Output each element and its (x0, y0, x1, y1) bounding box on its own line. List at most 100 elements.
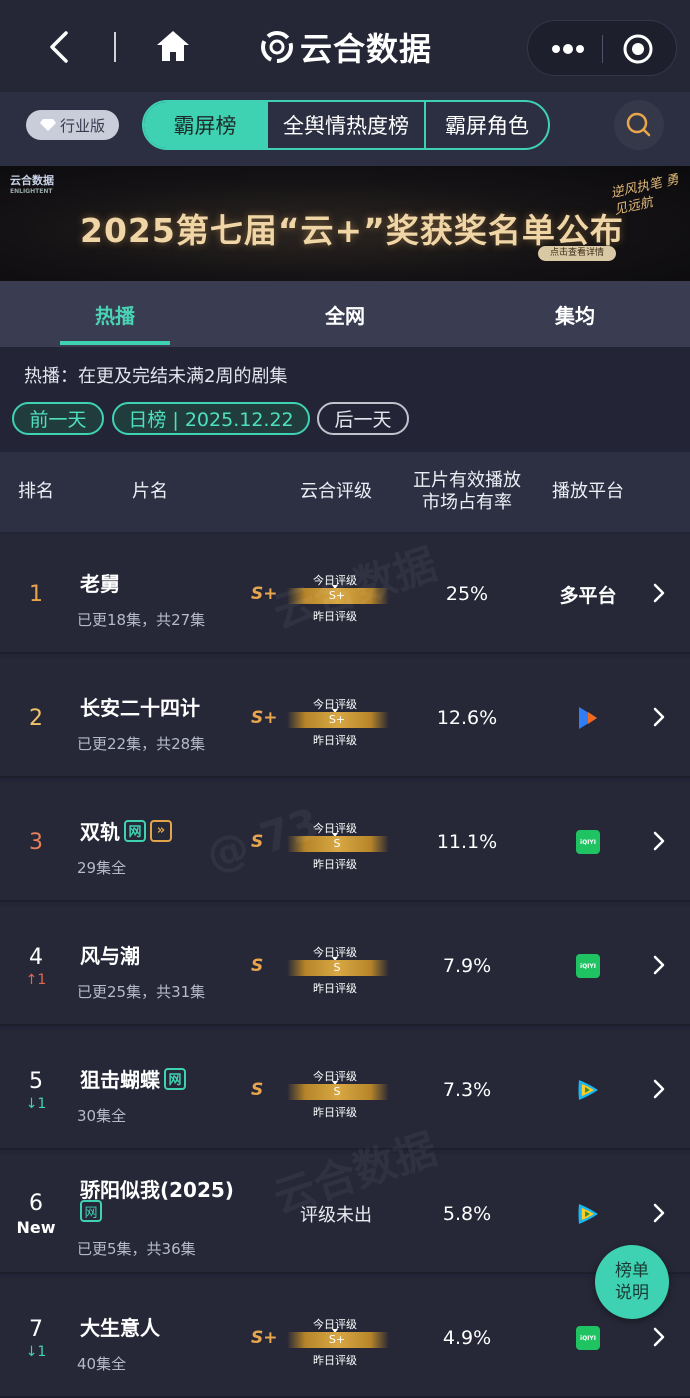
grade-bar-value: S+ (328, 1333, 346, 1346)
grade-bar: S+ (287, 588, 389, 604)
grade-indicator: 今日评级 S+ 昨日评级 (285, 696, 391, 747)
col-title: 片名 (132, 481, 168, 502)
app-title: 云合数据 (260, 24, 432, 70)
tab-quanyuqing[interactable]: 全舆情热度榜 (268, 102, 426, 148)
iqiyi-icon-text: iQIYI (580, 962, 596, 970)
grade-bar: S (287, 1084, 389, 1100)
show-title-text: 大生意人 (80, 1316, 160, 1340)
show-title-text: 双轨 (80, 820, 120, 844)
market-share: 5.8% (442, 1203, 492, 1225)
banner-logo-sub: ENLIGHTENT (10, 188, 53, 195)
chevron-right-icon[interactable] (652, 954, 666, 976)
chevron-right-icon[interactable] (652, 582, 666, 604)
market-share: 25% (445, 583, 489, 605)
show-title: 老舅 (80, 568, 120, 597)
rank-number: 5 (29, 1068, 43, 1094)
chevron-right-icon[interactable] (652, 830, 666, 852)
table-row[interactable]: 1 老舅 已更18集，共27集 S+ 今日评级 S+ 昨日评级 25% 多平台 (0, 534, 690, 654)
tencent-video-icon (578, 1080, 598, 1100)
divider (114, 32, 116, 62)
grade-bar: S (287, 960, 389, 976)
home-icon[interactable] (155, 28, 191, 64)
grade-letter: S (251, 956, 264, 976)
sub-tabs: 热播 全网 集均 (0, 281, 690, 347)
diamond-icon (39, 119, 56, 131)
pro-badge-label: 行业版 (59, 116, 105, 135)
market-share: 4.9% (442, 1327, 492, 1349)
iqiyi-icon: iQIYI (576, 830, 600, 854)
grade-yesterday-label: 昨日评级 (313, 982, 357, 995)
capsule-divider (602, 35, 603, 63)
grade-letter: S (251, 1080, 264, 1100)
platform-cell: iQIYI (548, 782, 628, 902)
prev-day-button[interactable]: 前一天 (12, 402, 104, 435)
back-icon[interactable] (46, 30, 72, 64)
rank-cell: 1 (0, 534, 72, 654)
show-title-text: 骄阳似我(2025) (80, 1178, 234, 1202)
table-row[interactable]: 4 ↑1 风与潮 已更25集，共31集 S 今日评级 S 昨日评级 7.9% iQIYI (0, 906, 690, 1026)
show-title-text: 风与潮 (80, 944, 140, 968)
chevron-right-icon[interactable] (652, 1078, 666, 1100)
rank-change: ↓1 (25, 1095, 47, 1112)
table-row[interactable]: 2 长安二十四计 已更22集，共28集 S+ 今日评级 S+ 昨日评级 12.6% (0, 658, 690, 778)
yunhe-logo-icon (261, 31, 293, 63)
grade-letter: S+ (251, 708, 278, 728)
col-grade: 云合评级 (300, 481, 372, 502)
ranking-explanation-button[interactable]: 榜单说明 (595, 1245, 669, 1319)
date-picker[interactable]: 日榜 | 2025.12.22 (112, 402, 310, 435)
tab-per-episode[interactable]: 集均 (520, 281, 630, 347)
rank-cell: 4 ↑1 (0, 906, 72, 1026)
rank-cell: 7 ↓1 (0, 1278, 72, 1398)
show-tags: 网 (80, 1200, 102, 1222)
col-share: 正片有效播放 市场占有率 (413, 470, 521, 513)
promo-banner[interactable]: 云合数据 ENLIGHTENT 2025第七届“云+”奖获奖名单公布 点击查看详情… (0, 166, 690, 281)
grade-indicator: 今日评级 S 昨日评级 (285, 1068, 391, 1119)
grade-yesterday-label: 昨日评级 (313, 610, 357, 623)
pro-badge[interactable]: 行业版 (26, 110, 119, 140)
rank-number: 7 (29, 1316, 43, 1342)
grade-bar: S+ (287, 1332, 389, 1348)
chevron-right-icon[interactable] (652, 706, 666, 728)
grade-yesterday-label: 昨日评级 (313, 734, 357, 747)
table-row[interactable]: 6 New 骄阳似我(2025) 网已更5集，共36集 评级未出 5.8% (0, 1154, 690, 1274)
chevron-right-icon[interactable] (652, 1202, 666, 1224)
table-row[interactable]: 7 ↓1 大生意人 40集全 S+ 今日评级 S+ 昨日评级 4.9% iQIYI (0, 1278, 690, 1398)
table-row[interactable]: 5 ↓1 狙击蝴蝶网 30集全 S 今日评级 S 昨日评级 7.3% (0, 1030, 690, 1150)
grade-letter: S (251, 832, 264, 852)
web-drama-tag: 网 (124, 819, 146, 842)
episode-info: 已更18集，共27集 (77, 611, 206, 629)
miniprogram-capsule (527, 20, 677, 76)
episode-info: 已更25集，共31集 (77, 983, 206, 1001)
col-platform: 播放平台 (552, 481, 624, 502)
episode-info: 已更22集，共28集 (77, 735, 206, 753)
iqiyi-icon-text: iQIYI (580, 838, 596, 846)
rank-cell: 2 (0, 658, 72, 778)
tab-baping-role[interactable]: 霸屏角色 (426, 102, 548, 148)
close-miniprogram-icon[interactable] (622, 33, 654, 65)
platform-cell (548, 658, 628, 778)
show-title: 风与潮 (80, 940, 140, 969)
table-row[interactable]: 3 双轨网» 29集全 S 今日评级 S 昨日评级 11.1% iQIYI (0, 782, 690, 902)
rank-change: ↑1 (25, 971, 47, 988)
chevron-right-icon[interactable] (652, 1326, 666, 1348)
show-title: 狙击蝴蝶网 (80, 1064, 186, 1093)
tab-all-network[interactable]: 全网 (290, 281, 400, 347)
app-title-text: 云合数据 (300, 30, 433, 68)
more-icon[interactable] (548, 35, 588, 63)
ranking-type-bar: 行业版 霸屏榜 全舆情热度榜 霸屏角色 (0, 92, 690, 166)
grade-letter: S+ (251, 1328, 278, 1348)
platform-text: 多平台 (559, 584, 617, 607)
table-header: 排名 片名 云合评级 正片有效播放 市场占有率 播放平台 (0, 452, 690, 532)
grade-indicator: 今日评级 S+ 昨日评级 (285, 1316, 391, 1367)
tab-hot[interactable]: 热播 (60, 281, 170, 347)
tab-bapingbang[interactable]: 霸屏榜 (144, 102, 268, 148)
banner-logo-text: 云合数据 (10, 174, 54, 187)
exclusive-tag: » (150, 819, 172, 842)
search-button[interactable] (614, 100, 664, 150)
grade-indicator: 今日评级 S 昨日评级 (285, 944, 391, 995)
banner-details-button[interactable]: 点击查看详情 (538, 246, 616, 261)
grade-indicator: 今日评级 S 昨日评级 (285, 820, 391, 871)
top-bar: 云合数据 (0, 0, 690, 92)
market-share: 7.3% (442, 1079, 492, 1101)
next-day-button[interactable]: 后一天 (317, 402, 409, 435)
